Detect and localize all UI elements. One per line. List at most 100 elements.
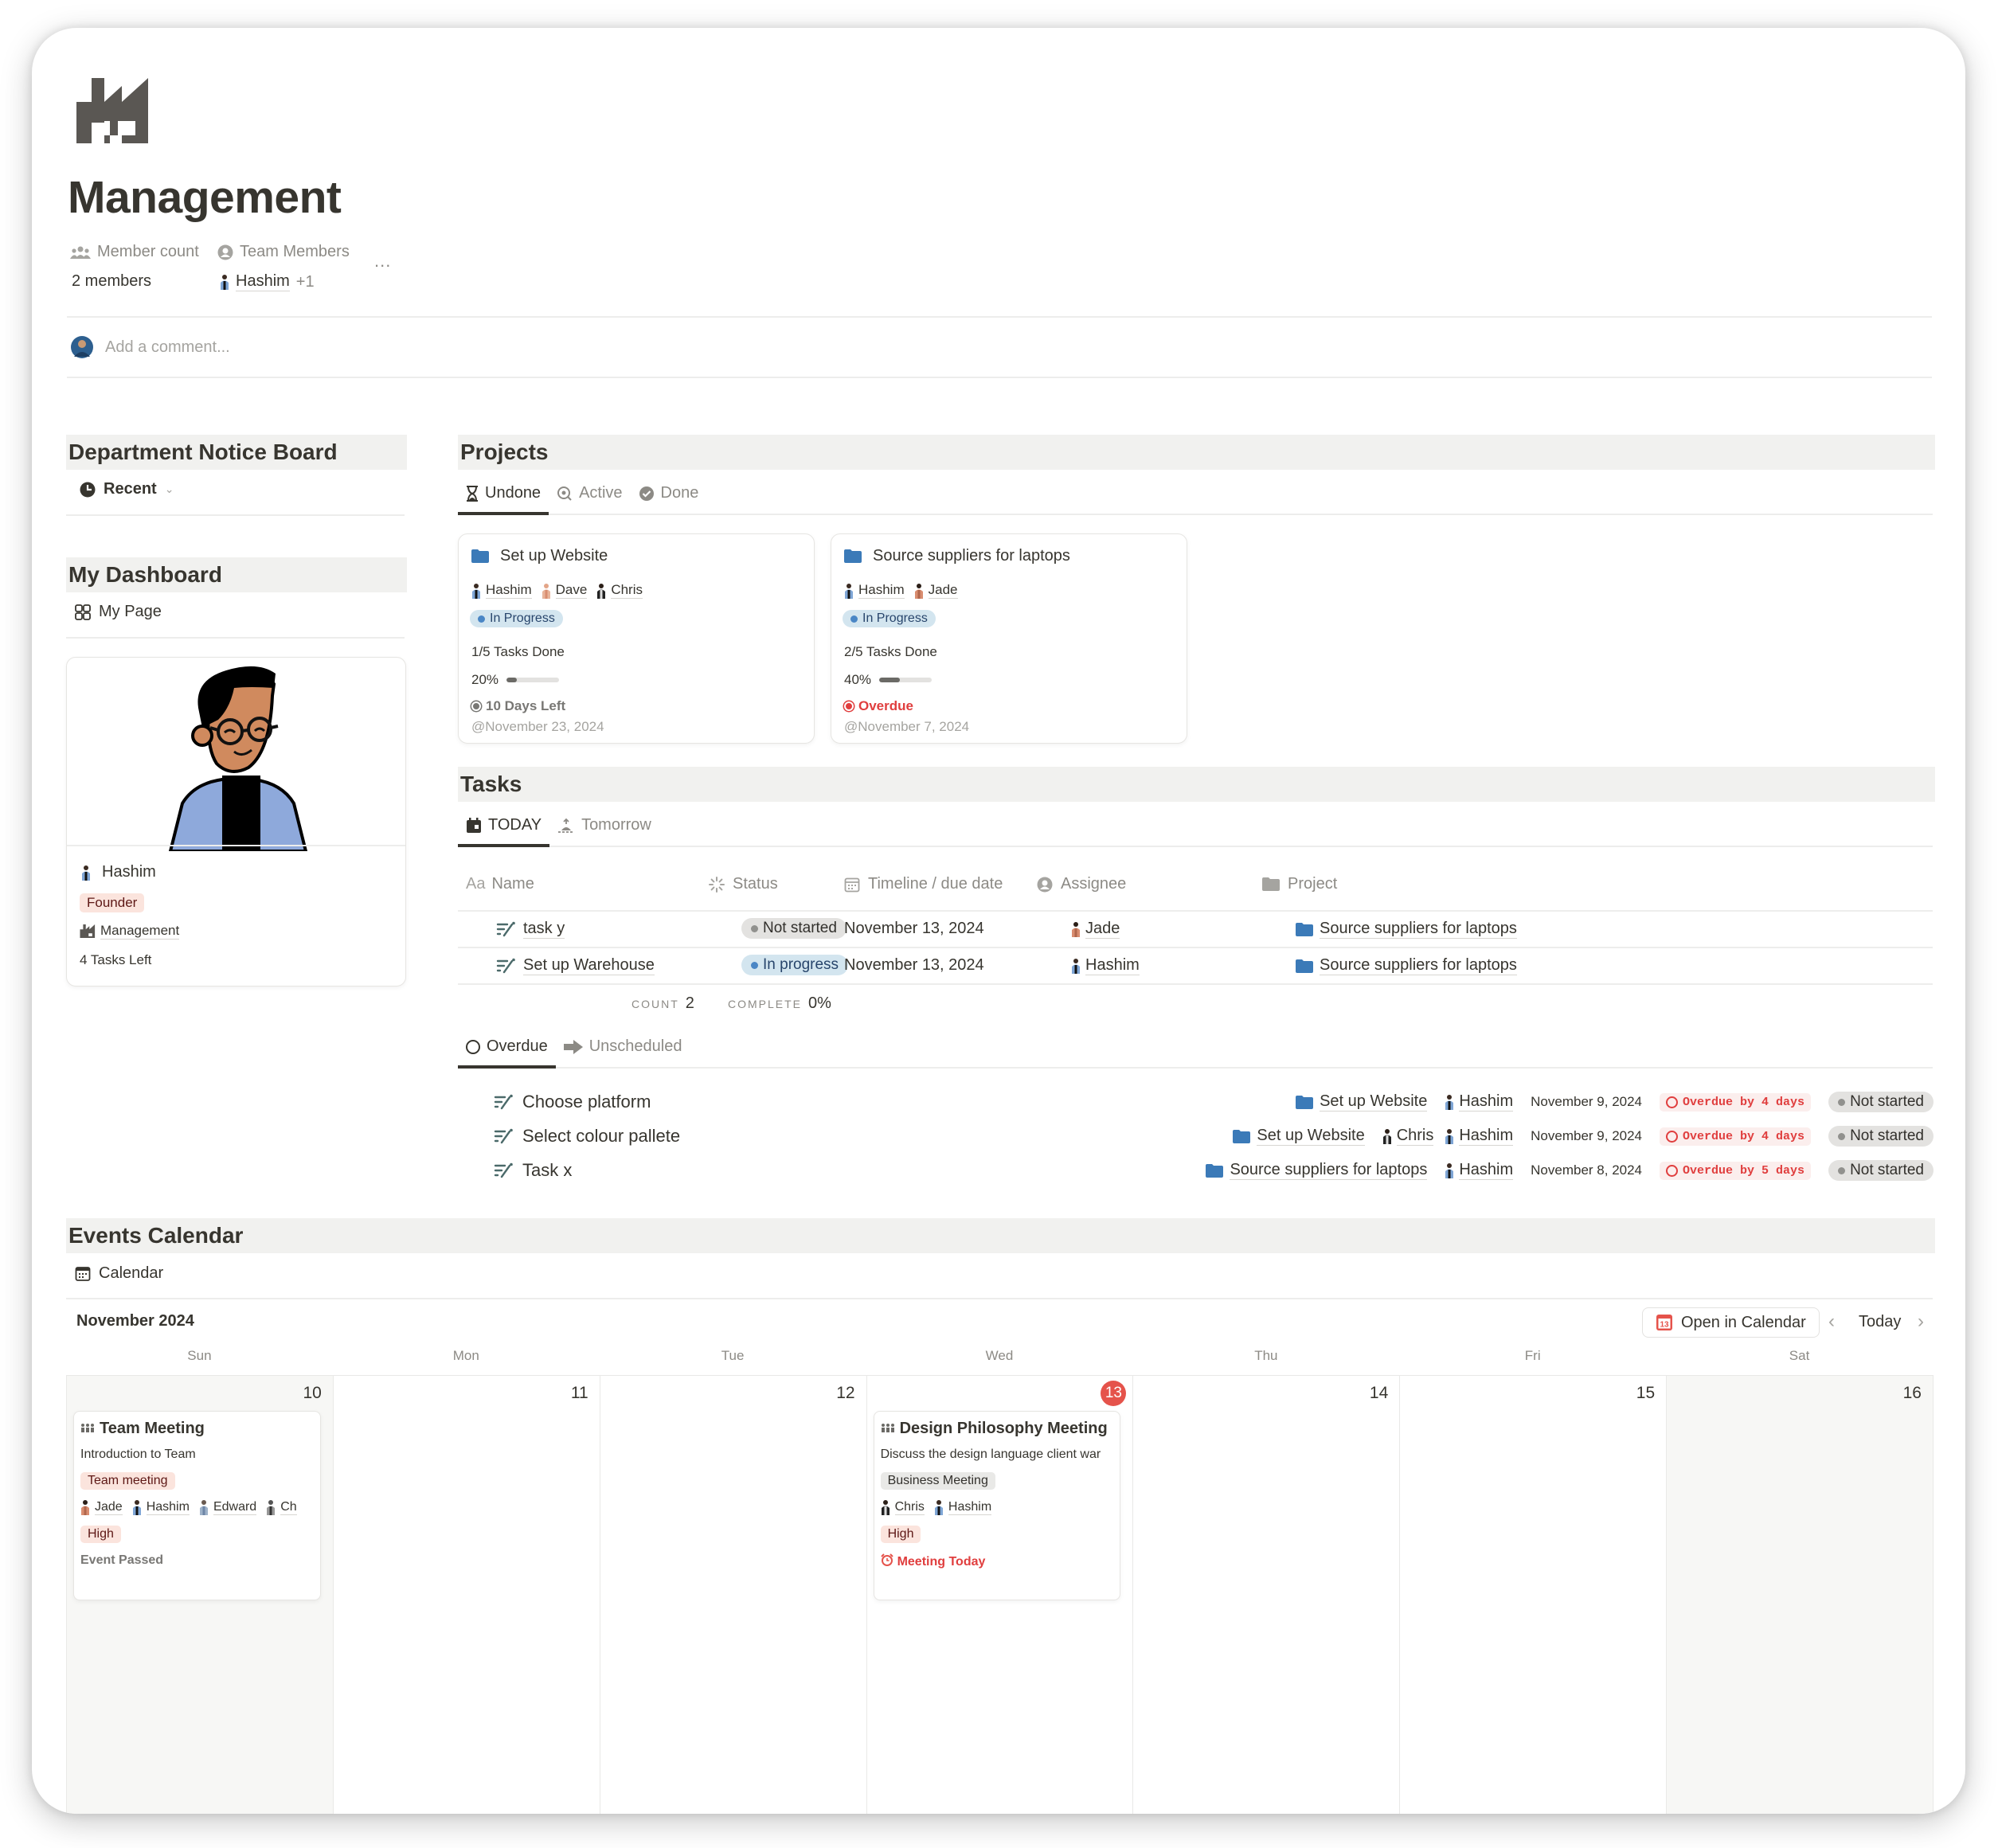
overdue-task-name[interactable]: Task x [494,1160,572,1181]
person-name: Jade [95,1499,123,1515]
profile-name[interactable]: Hashim [81,863,156,881]
project-title[interactable]: Set up Website [471,547,608,565]
more-properties-button[interactable]: ... [374,251,391,272]
calendar-day-cell[interactable]: 12 [600,1376,867,1814]
projects-header[interactable]: Projects [458,435,1935,470]
overdue-task-project[interactable]: Set up Website [1296,1092,1428,1112]
overdue-status-badge[interactable]: Not started [1828,1126,1933,1147]
project-card[interactable]: Source suppliers for laptops Hashim Jade In… [831,533,1187,744]
next-week-button[interactable]: › [1918,1311,1924,1333]
person-chip[interactable]: Hashim [1445,1092,1514,1112]
task-name[interactable]: task y [496,920,565,939]
task-assignee[interactable]: Jade [1071,920,1120,941]
previous-week-button[interactable]: ‹ [1828,1311,1835,1333]
factory-icon[interactable] [76,78,150,143]
status-text: In progress [763,956,839,973]
today-button[interactable]: Today [1859,1313,1901,1331]
column-timeline[interactable]: Timeline / due date [844,875,1003,893]
member-count-property[interactable]: Member count [70,243,199,261]
tab-tomorrow[interactable]: Tomorrow [549,816,659,846]
task-status-badge[interactable]: Not started [741,918,847,939]
event-card[interactable]: Design Philosophy Meeting Discuss the des… [873,1411,1121,1600]
overdue-status-badge[interactable]: Not started [1828,1092,1933,1112]
person-chip[interactable]: Chris [881,1499,925,1515]
calendar-view-label: Calendar [99,1264,164,1282]
arrow-right-icon [563,1039,583,1054]
profile-card[interactable]: Hashim Founder Management 4 Tasks Left [66,657,406,987]
comment-row[interactable]: Add a comment... [70,335,230,359]
person-chip[interactable]: Hashim [934,1499,992,1515]
count-summary[interactable]: COUNT 2 [631,994,694,1013]
person-chip[interactable]: Hashim [471,582,532,599]
avatar-jade [914,583,923,599]
calendar-day-cell[interactable]: 13 Design Philosophy Meeting Discuss the d… [866,1376,1134,1814]
person-chip[interactable]: Hashim [844,582,905,599]
overdue-task-project[interactable]: Source suppliers for laptops [1206,1161,1428,1180]
calendar-header[interactable]: Events Calendar [66,1218,1935,1253]
team-members-value[interactable]: Hashim +1 [220,272,315,291]
complete-summary[interactable]: COMPLETE 0% [728,994,831,1013]
calendar-view-tab[interactable]: Calendar [75,1264,163,1283]
overdue-status-badge[interactable]: Not started [1828,1160,1933,1181]
tab-overdue[interactable]: Overdue [458,1037,556,1069]
tab-done[interactable]: Done [631,484,707,514]
task-name[interactable]: Set up Warehouse [496,956,655,975]
project-title[interactable]: Source suppliers for laptops [844,547,1070,565]
person-chip[interactable]: Chris [596,582,643,599]
column-assignee[interactable]: Assignee [1037,875,1126,893]
team-member-name[interactable]: Hashim [236,272,290,291]
calendar-month-label: November 2024 [76,1312,194,1330]
tab-unscheduled[interactable]: Unscheduled [556,1037,690,1067]
dashboard-view-label: My Page [99,603,162,620]
task-status-badge[interactable]: In progress [741,955,849,975]
comment-input[interactable]: Add a comment... [105,338,230,357]
open-in-calendar-button[interactable]: 13 Open in Calendar [1642,1307,1820,1338]
person-chip[interactable]: Jade [80,1499,123,1515]
event-card[interactable]: Team Meeting Introduction to Team Team mee… [73,1411,321,1600]
page-title[interactable]: Management [68,171,342,224]
person-chip[interactable]: Hashim [132,1499,190,1515]
person-chip[interactable]: Dave [542,582,588,599]
project-card[interactable]: Set up Website Hashim Dave Chris In Progress… [458,533,815,744]
notice-board-header[interactable]: Department Notice Board [66,435,407,470]
calendar-day-cell[interactable]: 14 [1133,1376,1401,1814]
tab-active[interactable]: Active [549,484,630,514]
calendar-day-cell[interactable]: 11 [333,1376,600,1814]
task-row[interactable]: task y Not started November 13, 2024 Jade So… [458,912,1933,948]
dashboard-view-tab[interactable]: My Page [75,603,162,621]
overdue-task-name[interactable]: Choose platform [494,1092,651,1112]
profile-department[interactable]: Management [80,923,180,940]
person-chip[interactable]: Ch [266,1499,297,1515]
column-project[interactable]: Project [1262,875,1337,893]
person-chip[interactable]: Edward [199,1499,257,1515]
calendar-day-cell[interactable]: 10 Team Meeting Introduction to Team Team m… [67,1376,334,1814]
task-project[interactable]: Source suppliers for laptops [1296,956,1517,975]
tab-today[interactable]: TODAY [458,816,550,847]
team-members-property[interactable]: Team Members [217,243,350,261]
calendar-day-cell[interactable]: 15 [1400,1376,1668,1814]
status-loader-icon [709,876,725,893]
person-chip[interactable]: Hashim [1445,1161,1514,1180]
overdue-task-project[interactable]: Set up Website [1233,1127,1365,1146]
person-chip[interactable]: Chris [1382,1127,1434,1146]
task-project[interactable]: Source suppliers for laptops [1296,920,1517,939]
person-chip[interactable]: Jade [1071,920,1120,939]
person-chip[interactable]: Hashim [1071,956,1140,975]
calendar-day-cell[interactable]: 16 [1667,1376,1933,1814]
svg-text:13: 13 [1660,1321,1669,1330]
task-assignee[interactable]: Hashim [1071,956,1140,978]
tab-undone[interactable]: Undone [458,484,549,515]
person-chip[interactable]: Hashim [1445,1127,1514,1146]
task-row[interactable]: Set up Warehouse In progress November 13, … [458,948,1933,985]
notice-board-view-selector[interactable]: Recent ⌄ [80,480,174,498]
day-number: 15 [1636,1384,1656,1402]
tasks-header[interactable]: Tasks [458,767,1935,802]
dashboard-header[interactable]: My Dashboard [66,557,407,592]
column-status[interactable]: Status [709,875,778,893]
column-name[interactable]: Aa Name [466,875,534,893]
avatar-hashim [472,583,480,599]
person-chip[interactable]: Jade [914,582,958,599]
team-member-more[interactable]: +1 [296,273,315,291]
overdue-task-name[interactable]: Select colour pallete [494,1126,680,1147]
member-count-value[interactable]: 2 members [72,272,151,291]
